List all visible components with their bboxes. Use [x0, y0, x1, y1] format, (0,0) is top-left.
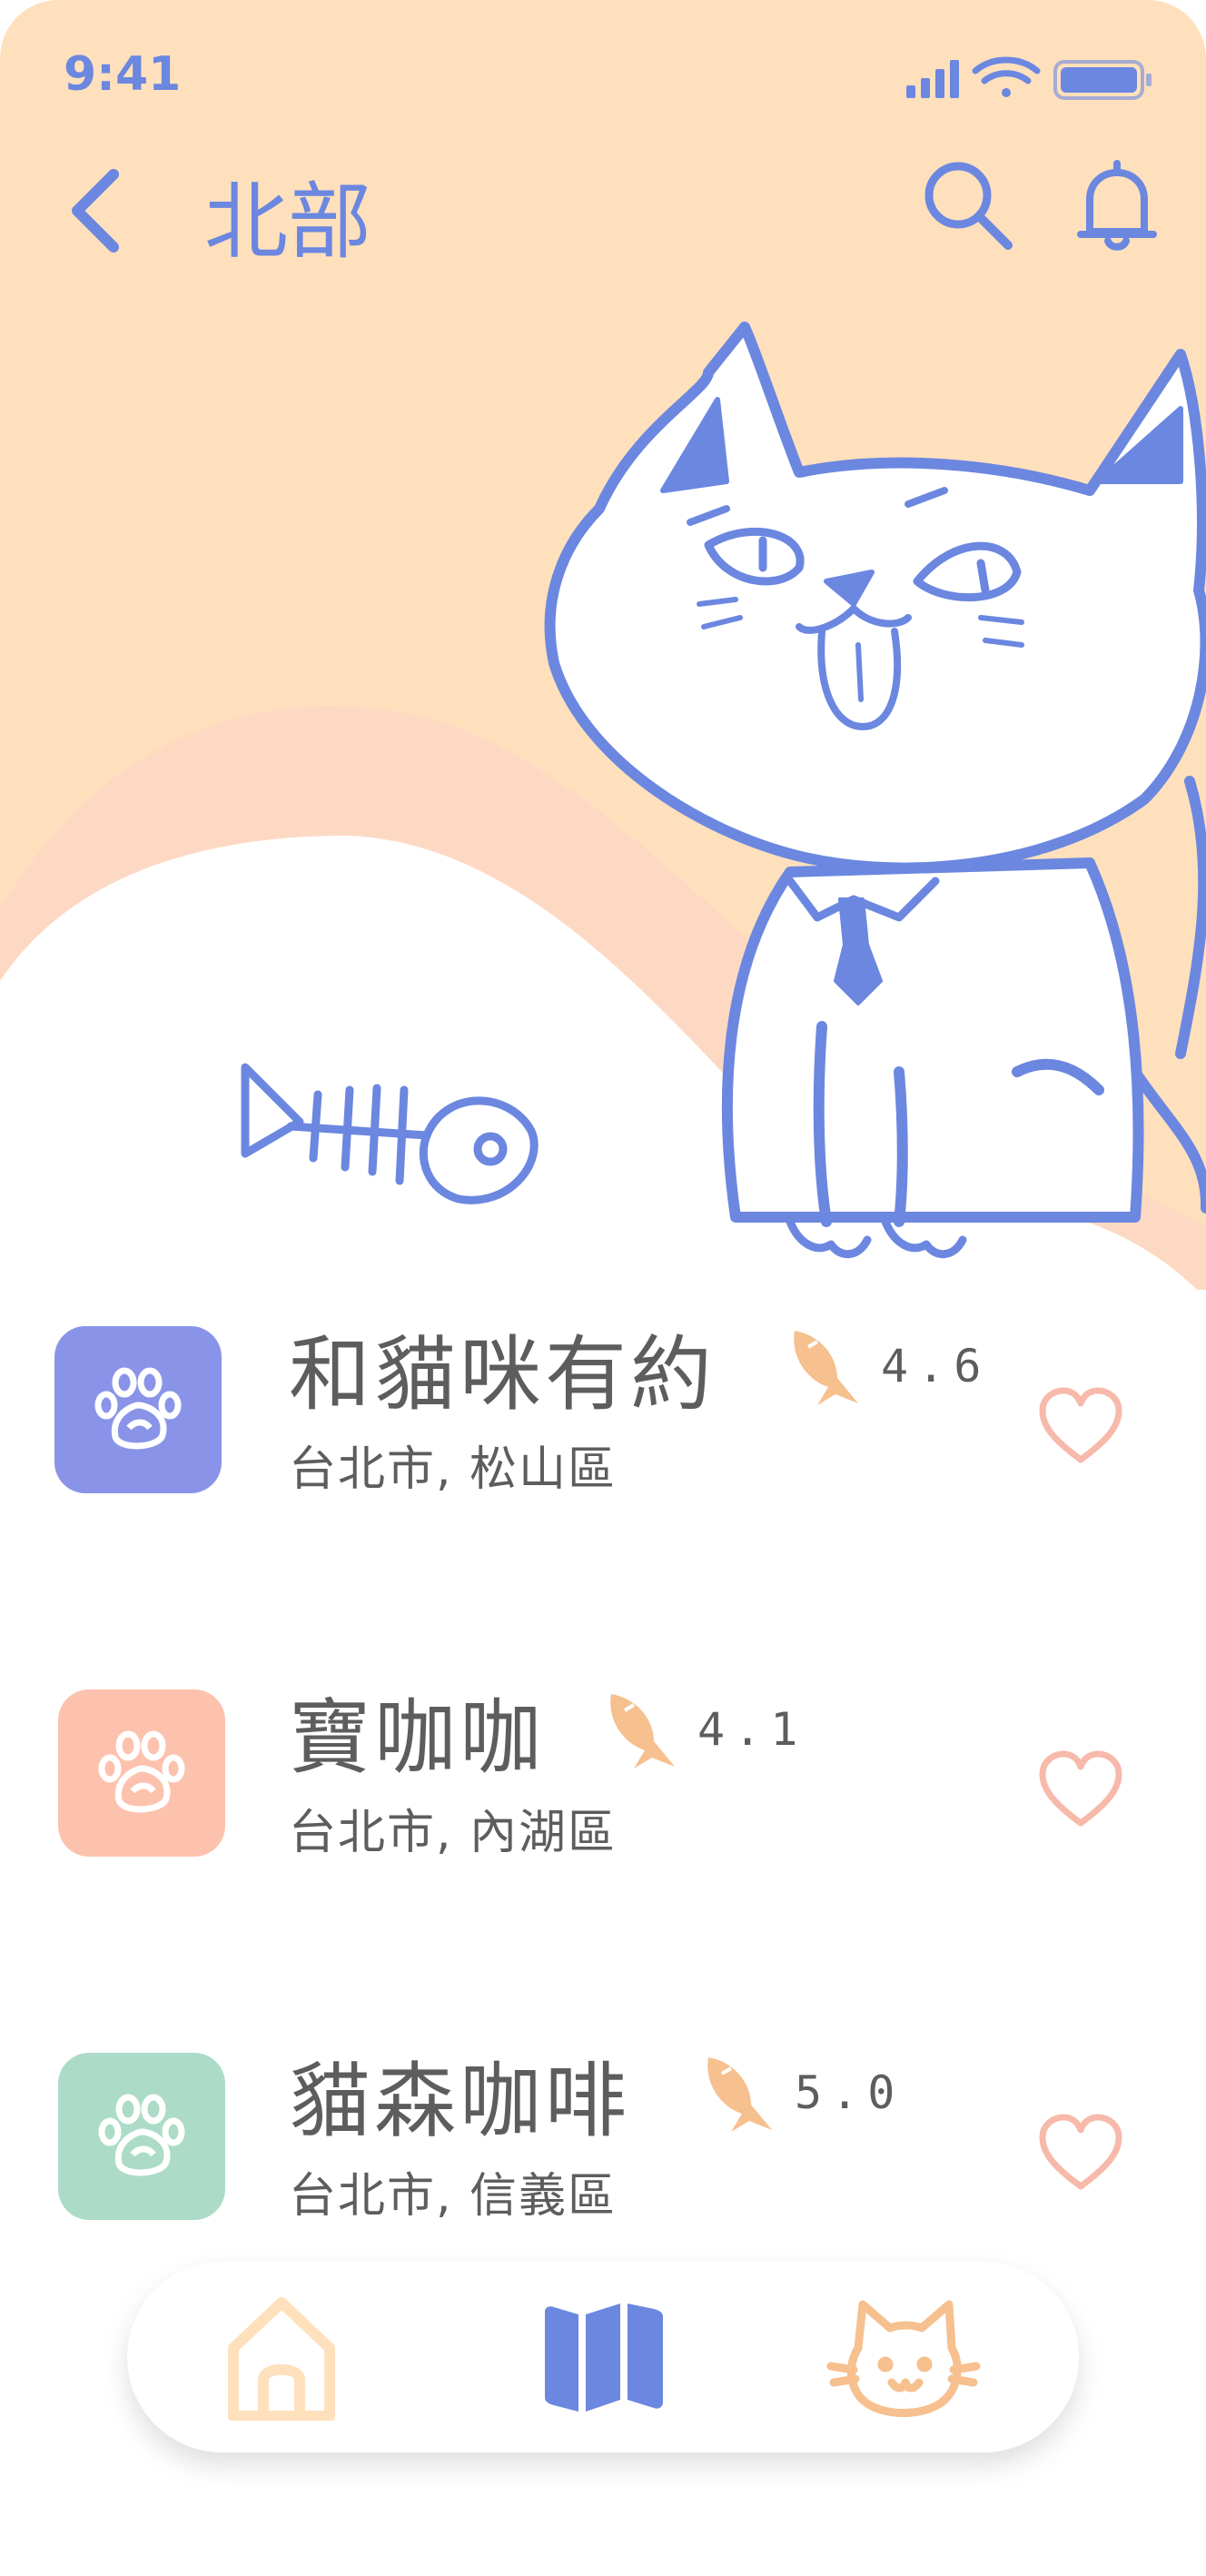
paw-icon	[98, 2094, 185, 2176]
back-button[interactable]	[64, 163, 136, 254]
heart-icon	[1039, 2114, 1122, 2190]
list-item[interactable]: 寶咖咖 4.1 台北市, 內湖區	[0, 1671, 1206, 1889]
chevron-left-icon	[72, 169, 119, 253]
page-title: 北部	[204, 173, 372, 271]
home-icon	[228, 2297, 335, 2421]
tab-map[interactable]	[527, 2289, 681, 2425]
list-item[interactable]: 貓森咖啡 5.0 台北市, 信義區	[0, 2035, 1206, 2253]
cafe-icon	[58, 2053, 225, 2220]
cafe-location: 台北市, 信義區	[289, 2169, 618, 2224]
heart-icon	[1039, 1750, 1122, 1827]
heart-icon	[1039, 1387, 1122, 1463]
cafe-name: 貓森咖啡	[289, 2054, 630, 2149]
hero-illustration	[0, 0, 1206, 1362]
search-button[interactable]	[917, 154, 1017, 254]
wifi-icon	[972, 56, 1041, 97]
rating-value: 4.6	[881, 1340, 991, 1392]
bell-icon	[1077, 160, 1157, 251]
favorite-button[interactable]	[1035, 1385, 1126, 1467]
notification-button[interactable]	[1072, 154, 1162, 254]
favorite-button[interactable]	[1035, 1749, 1126, 1830]
status-time: 9:41	[64, 47, 182, 102]
rating-value: 4.1	[697, 1703, 807, 1756]
rating-value: 5.0	[795, 2066, 904, 2119]
battery-icon	[1053, 60, 1152, 100]
tab-home[interactable]	[204, 2289, 359, 2425]
list-item[interactable]: 和貓咪有約 4.6 台北市, 松山區	[0, 1308, 1206, 1526]
cafe-icon	[54, 1326, 222, 1493]
map-icon	[545, 2304, 663, 2412]
paw-icon	[94, 1367, 182, 1450]
tab-cat[interactable]	[826, 2289, 981, 2425]
tab-bar	[127, 2262, 1079, 2452]
paw-icon	[98, 1730, 185, 1813]
fish-icon	[610, 1694, 675, 1769]
signal-icon	[906, 60, 959, 98]
favorite-button[interactable]	[1035, 2112, 1126, 2194]
cafe-name: 和貓咪有約	[289, 1327, 716, 1422]
cafe-name: 寶咖咖	[289, 1690, 545, 1786]
fish-icon	[794, 1331, 858, 1405]
phone-screen: 9:41 北部 和貓咪有約 4.6 台北市, 松山區 寶咖咖 4.1 台北市, …	[0, 0, 1206, 2576]
search-icon	[924, 162, 1013, 250]
cafe-icon	[58, 1689, 225, 1857]
status-icons	[906, 56, 1152, 100]
cat-icon	[826, 2300, 981, 2417]
cafe-location: 台北市, 內湖區	[289, 1806, 618, 1860]
cafe-location: 台北市, 松山區	[289, 1442, 618, 1497]
fish-icon	[707, 2057, 772, 2132]
